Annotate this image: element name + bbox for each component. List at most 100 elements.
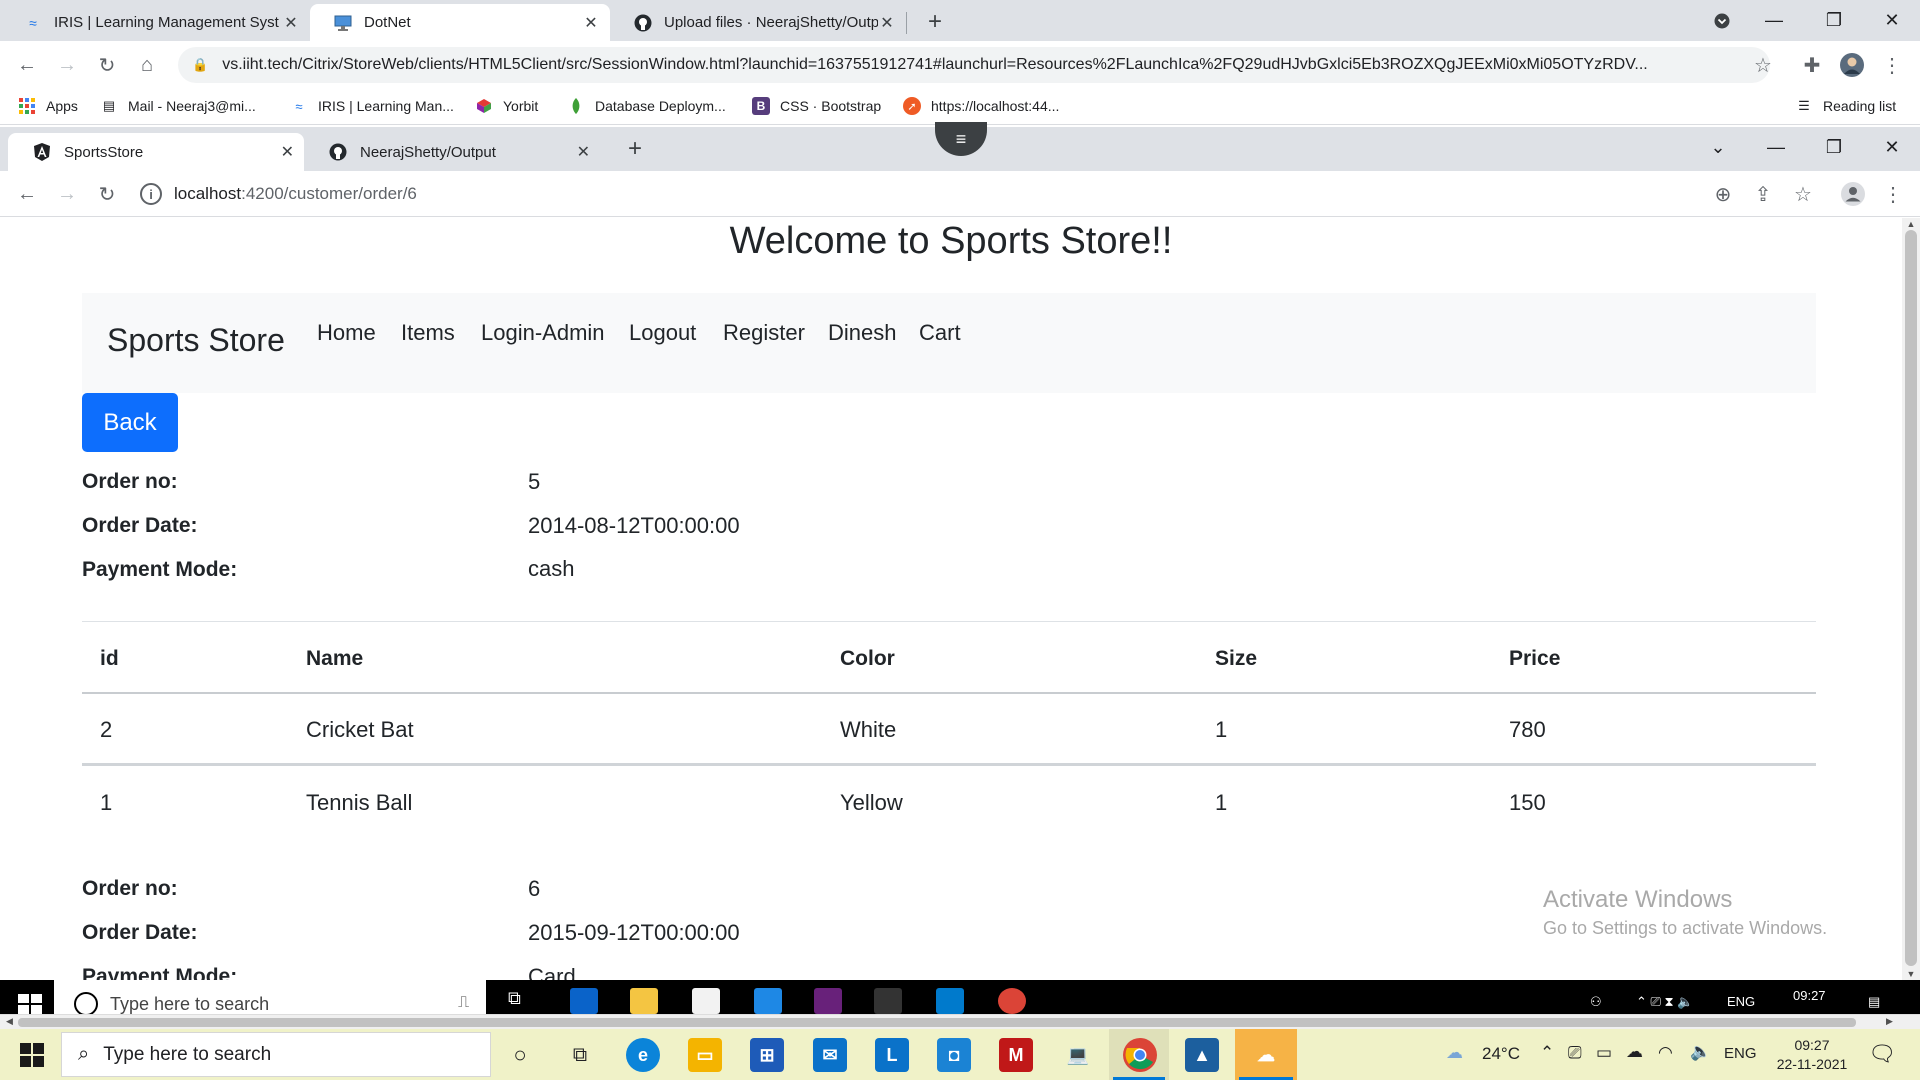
remote-language[interactable]: ENG [1727, 994, 1755, 1009]
back-arrow-icon[interactable]: ← [11, 178, 43, 210]
mail-icon[interactable]: ✉ [813, 1038, 847, 1072]
store-icon[interactable]: ⊞ [750, 1038, 784, 1072]
bookmark-yorbit[interactable]: Yorbit [475, 97, 538, 115]
nav-home[interactable]: Home [317, 320, 376, 346]
bookmark-apps[interactable]: Apps [18, 97, 78, 115]
bookmark-database[interactable]: Database Deploym... [567, 97, 726, 115]
minimize-button[interactable]: — [1746, 0, 1802, 41]
microphone-icon[interactable]: ⎍ [458, 994, 469, 1012]
forward-arrow-icon[interactable]: → [51, 49, 83, 81]
wifi-icon[interactable]: ◠ [1658, 1043, 1673, 1063]
nav-cart[interactable]: Cart [919, 320, 961, 346]
vscode-icon[interactable] [936, 988, 964, 1014]
file-explorer-icon[interactable] [630, 988, 658, 1014]
edge-icon[interactable] [570, 988, 598, 1014]
nav-logout[interactable]: Logout [629, 320, 696, 346]
bookmark-bootstrap[interactable]: B CSS · Bootstrap [752, 97, 881, 115]
reload-icon[interactable]: ↻ [91, 49, 123, 81]
nav-register[interactable]: Register [723, 320, 805, 346]
chrome-icon[interactable] [1123, 1038, 1157, 1072]
task-view-icon[interactable]: ⧉ [508, 988, 536, 1014]
bookmark-iris[interactable]: ≈ IRIS | Learning Man... [290, 97, 454, 115]
bookmark-star-icon[interactable]: ☆ [1747, 49, 1779, 81]
scroll-up-arrow-icon[interactable]: ▲ [1902, 218, 1920, 230]
language-indicator[interactable]: ENG [1724, 1045, 1757, 1062]
inner-tab-github[interactable]: NeerajShetty/Output ✕ [304, 133, 600, 171]
share-icon[interactable]: ⇪ [1747, 178, 1779, 210]
scroll-right-arrow-icon[interactable]: ▶ [1886, 1016, 1893, 1027]
close-window-button[interactable]: ✕ [1864, 127, 1920, 167]
bookmark-localhost[interactable]: ➚ https://localhost:44... [903, 97, 1059, 115]
extensions-icon[interactable]: ✚ [1796, 49, 1828, 81]
cortana-icon[interactable]: ○ [503, 1038, 537, 1072]
scroll-down-arrow-icon[interactable]: ▼ [1902, 968, 1920, 980]
taskbar-search-box[interactable]: ⌕ Type here to search [61, 1032, 491, 1077]
navbar-brand[interactable]: Sports Store [107, 322, 285, 359]
menu-dots-icon[interactable]: ⋮ [1876, 49, 1908, 81]
battery-icon[interactable]: ▭ [1596, 1043, 1612, 1063]
close-icon[interactable]: ✕ [582, 13, 600, 33]
nav-items[interactable]: Items [401, 320, 455, 346]
chrome-icon[interactable] [998, 988, 1026, 1014]
close-icon[interactable]: ✕ [878, 13, 896, 33]
outer-tab-dotnet[interactable]: DotNet ✕ [310, 4, 610, 41]
close-icon[interactable]: ✕ [281, 142, 294, 162]
session-horizontal-scrollbar[interactable]: ◀ ▶ [0, 1014, 1920, 1029]
notification-icon[interactable]: ▤ [1868, 994, 1880, 1010]
tab-list-chevron-icon[interactable]: ⌄ [1690, 127, 1746, 167]
new-tab-button[interactable]: + [917, 4, 953, 40]
scroll-left-arrow-icon[interactable]: ◀ [6, 1016, 13, 1027]
network-people-icon[interactable]: ⚇ [1590, 994, 1602, 1010]
weather-temp[interactable]: 24°C [1482, 1044, 1520, 1064]
remote-search-box[interactable]: Type here to search ⎍ [54, 980, 486, 1014]
menu-dots-icon[interactable]: ⋮ [1877, 178, 1909, 210]
l-app-icon[interactable]: L [875, 1038, 909, 1072]
nav-login-admin[interactable]: Login-Admin [481, 320, 605, 346]
close-icon[interactable]: ✕ [282, 13, 300, 33]
citrix-workspace-icon[interactable]: ☁ [1249, 1038, 1283, 1072]
reload-icon[interactable]: ↻ [91, 178, 123, 210]
tab-search-icon[interactable] [1694, 0, 1750, 41]
page-vertical-scrollbar[interactable]: ▲ ▼ [1902, 218, 1920, 980]
edge-icon[interactable]: e [626, 1038, 660, 1072]
home-icon[interactable]: ⌂ [131, 49, 163, 81]
avatar[interactable] [1836, 49, 1868, 81]
scrollbar-thumb[interactable] [1905, 230, 1917, 966]
back-button[interactable]: Back [82, 393, 178, 452]
outer-tab-github[interactable]: Upload files · NeerajShetty/Outp ✕ [610, 4, 906, 41]
outer-tab-iris[interactable]: ≈ IRIS | Learning Management Syst ✕ [0, 4, 310, 41]
windows-start-icon[interactable] [18, 994, 42, 1014]
store-icon[interactable] [692, 988, 720, 1014]
profile-icon[interactable] [1837, 178, 1869, 210]
photos-icon[interactable]: ▲ [1185, 1038, 1219, 1072]
terminal-icon[interactable] [874, 988, 902, 1014]
visual-studio-icon[interactable] [814, 988, 842, 1014]
zoom-icon[interactable]: ⊕ [1707, 178, 1739, 210]
back-arrow-icon[interactable]: ← [11, 49, 43, 81]
restore-button[interactable]: ❐ [1806, 0, 1862, 41]
forward-arrow-icon[interactable]: → [51, 178, 83, 210]
mail-icon[interactable] [754, 988, 782, 1014]
tray-icons[interactable]: ⌃ ⎚ ⧗ 🔈 [1636, 994, 1693, 1010]
inner-tab-sportsstore[interactable]: SportsStore ✕ [8, 133, 304, 171]
scrollbar-thumb[interactable] [18, 1018, 1856, 1027]
inner-address-bar[interactable]: i localhost:4200/customer/order/6 [140, 177, 1800, 211]
weather-icon[interactable]: ☁ [1446, 1043, 1463, 1063]
notification-center-icon[interactable]: 🗨 [1868, 1041, 1896, 1067]
onedrive-icon[interactable]: ☁ [1626, 1042, 1643, 1062]
laptop-icon[interactable]: 💻 [1061, 1038, 1095, 1072]
outer-address-bar[interactable]: 🔒 vs.iiht.tech/Citrix/StoreWeb/clients/H… [178, 47, 1770, 83]
mcafee-icon[interactable]: M [999, 1038, 1033, 1072]
nav-user[interactable]: Dinesh [828, 320, 896, 346]
tray-chevron-icon[interactable]: ⌃ [1540, 1043, 1554, 1063]
tray-app-icon[interactable]: ⎚ [1568, 1043, 1582, 1063]
windows-start-icon[interactable] [12, 1041, 52, 1069]
bookmark-mail[interactable]: ▤ Mail - Neeraj3@mi... [100, 97, 256, 115]
file-explorer-icon[interactable]: ▭ [688, 1038, 722, 1072]
volume-icon[interactable]: 🔈 [1690, 1042, 1711, 1062]
new-tab-button[interactable]: + [617, 131, 653, 167]
camera-app-icon[interactable]: ◘ [937, 1038, 971, 1072]
restore-button[interactable]: ❐ [1806, 127, 1862, 167]
remote-clock[interactable]: 09:27 [1793, 988, 1826, 1003]
minimize-button[interactable]: — [1748, 127, 1804, 167]
